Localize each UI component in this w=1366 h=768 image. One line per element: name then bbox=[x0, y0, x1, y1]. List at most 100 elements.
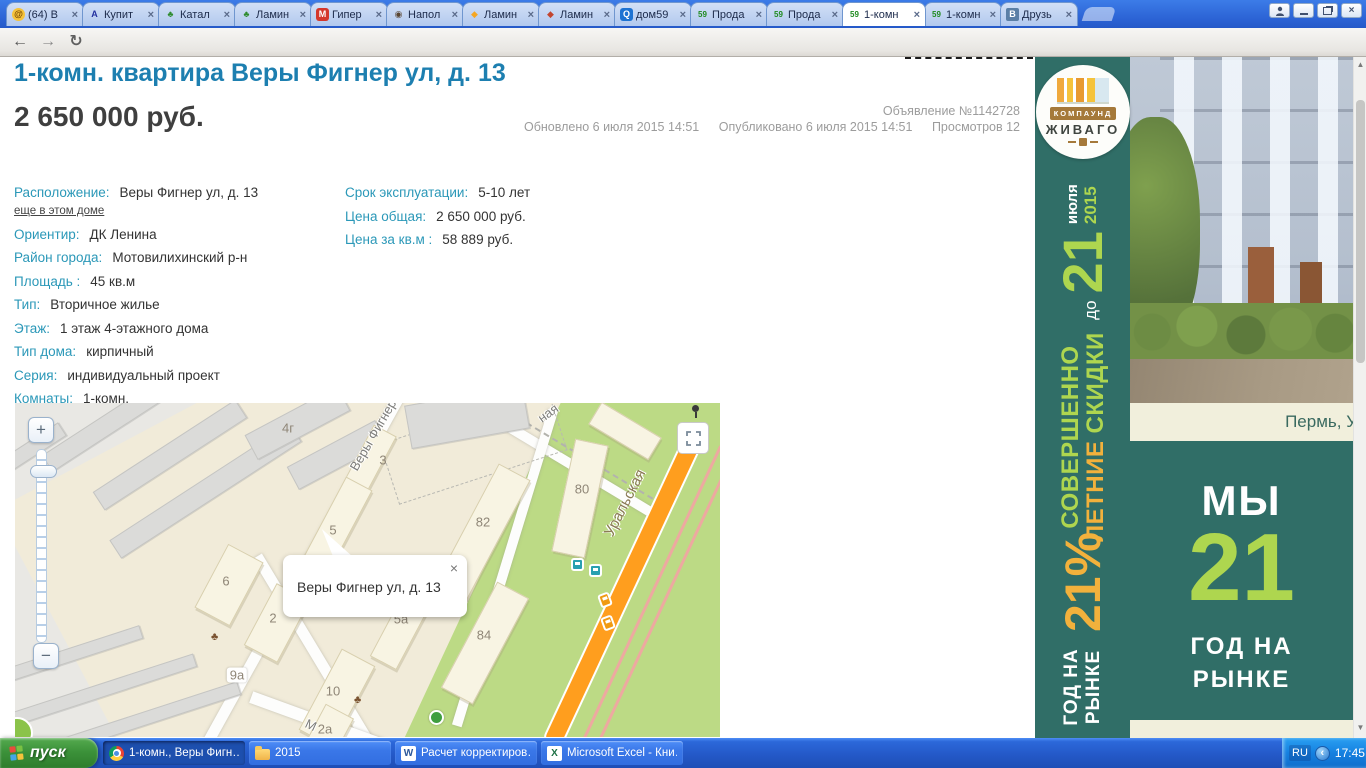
map-zoom-out-button[interactable]: − bbox=[33, 643, 59, 669]
scroll-down-icon[interactable]: ▼ bbox=[1354, 720, 1366, 736]
browser-tab[interactable]: 59 Прода × bbox=[690, 2, 768, 26]
balloon-close-icon[interactable]: × bbox=[450, 560, 458, 576]
ad-years-number: 21 bbox=[1188, 514, 1295, 621]
bus-stop-icon[interactable] bbox=[571, 558, 584, 571]
detail-row: Тип: Вторичное жилье bbox=[14, 297, 334, 312]
b-icon: В bbox=[1006, 8, 1019, 21]
bus-stop-icon[interactable] bbox=[589, 564, 602, 577]
tab-close-icon[interactable]: × bbox=[148, 9, 154, 21]
map-zoom-slider-handle[interactable] bbox=[30, 465, 57, 478]
more-in-this-house-link[interactable]: еще в этом доме bbox=[14, 205, 334, 217]
map-fullscreen-button[interactable] bbox=[677, 422, 709, 454]
ad-years-line2: РЫНКЕ bbox=[1192, 666, 1291, 693]
tab-label: Ламин bbox=[256, 8, 290, 21]
system-tray: RU ‹ 17:45 bbox=[1282, 738, 1366, 768]
ad-until-year: 2015 bbox=[1080, 186, 1100, 225]
browser-tab[interactable]: ◆ Ламин × bbox=[538, 2, 616, 26]
browser-tab[interactable]: М Гипер × bbox=[310, 2, 388, 26]
back-button[interactable]: ← bbox=[8, 31, 32, 53]
detail-label: Тип дома: bbox=[14, 344, 77, 359]
taskbar-item[interactable]: X Microsoft Excel - Кни… bbox=[541, 741, 683, 765]
red-icon: ◆ bbox=[547, 9, 554, 19]
tab-close-icon[interactable]: × bbox=[72, 9, 78, 21]
detail-row: Тип дома: кирпичный bbox=[14, 344, 334, 359]
map-zoom-in-button[interactable]: + bbox=[28, 417, 54, 443]
ad-logo: КОМПАУНД ЖИВАГО bbox=[1036, 65, 1130, 159]
tab-close-icon[interactable]: × bbox=[1066, 9, 1072, 21]
tab-close-icon[interactable]: × bbox=[756, 9, 762, 21]
listing-meta: Обновлено 6 июля 2015 14:51 Опубликовано… bbox=[524, 120, 1020, 134]
detail-label: Ориентир: bbox=[14, 226, 80, 242]
map-pin-icon[interactable] bbox=[692, 405, 700, 419]
browser-tab[interactable]: ◉ Напол × bbox=[386, 2, 464, 26]
new-tab-button[interactable] bbox=[1081, 7, 1117, 21]
close-button[interactable]: × bbox=[1341, 3, 1362, 18]
page-scrollbar[interactable]: ▲ ▼ bbox=[1353, 57, 1366, 738]
scroll-up-icon[interactable]: ▲ bbox=[1354, 57, 1366, 73]
minimize-button[interactable] bbox=[1293, 3, 1314, 18]
mail-icon: @ bbox=[12, 8, 25, 21]
detail-label: Район города: bbox=[14, 250, 103, 265]
detail-row: Цена общая: 2 650 000 руб. bbox=[345, 209, 675, 224]
tab-close-icon[interactable]: × bbox=[300, 9, 306, 21]
tab-close-icon[interactable]: × bbox=[604, 9, 610, 21]
browser-tab[interactable]: ◆ Ламин × bbox=[462, 2, 540, 26]
detail-value: кирпичный bbox=[86, 344, 154, 359]
n59-icon: 59 bbox=[774, 9, 783, 19]
browser-tab[interactable]: @ (64) В × bbox=[6, 2, 84, 26]
tab-label: Друзь bbox=[1022, 8, 1052, 21]
map-building-label: 84 bbox=[476, 627, 492, 643]
tab-close-icon[interactable]: × bbox=[528, 9, 534, 21]
ad-photo-path bbox=[1130, 359, 1353, 403]
ad-banner-main[interactable]: Пермь, У МЫ 21 ГОД НА РЫНКЕ bbox=[1130, 57, 1353, 738]
detail-label: Расположение: bbox=[14, 185, 110, 200]
tab-close-icon[interactable]: × bbox=[832, 9, 838, 21]
q-icon: Q bbox=[620, 8, 633, 21]
browser-tab[interactable]: 59 1-комн × bbox=[842, 2, 926, 26]
reload-button[interactable]: ↻ bbox=[64, 31, 88, 53]
n59-icon: 59 bbox=[850, 9, 859, 19]
taskbar-item-label: 2015 bbox=[275, 747, 301, 759]
browser-tab[interactable]: 59 1-комн × bbox=[924, 2, 1002, 26]
tab-close-icon[interactable]: × bbox=[224, 9, 230, 21]
tab-label: Ламин bbox=[484, 8, 518, 21]
tab-close-icon[interactable]: × bbox=[452, 9, 458, 21]
language-indicator[interactable]: RU bbox=[1289, 745, 1311, 761]
ad-promo-line1: СОВЕРШЕННО bbox=[1056, 345, 1084, 529]
scrollbar-thumb[interactable] bbox=[1355, 100, 1365, 363]
details-left-column: Расположение: Веры Фигнер ул, д. 13 еще в … bbox=[14, 185, 334, 415]
tab-close-icon[interactable]: × bbox=[990, 9, 996, 21]
ad-banner-side-band[interactable]: КОМПАУНД ЖИВАГО до 21 июля 2015 СОВЕРШЕН… bbox=[1035, 57, 1130, 738]
user-profile-button[interactable] bbox=[1269, 3, 1290, 18]
map-zoom-slider-track[interactable] bbox=[36, 449, 47, 643]
browser-tab[interactable]: В Друзь × bbox=[1000, 2, 1078, 26]
taskbar-item[interactable]: 2015 bbox=[249, 741, 391, 765]
forward-button[interactable]: → bbox=[36, 31, 60, 53]
tab-close-icon[interactable]: × bbox=[376, 9, 382, 21]
tab-label: 1-комн bbox=[864, 8, 899, 21]
taskbar: пуск 1-комн., Веры Фигн… 2015 W Расчет корр… bbox=[0, 738, 1366, 768]
browser-tab[interactable]: ♣ Ламин × bbox=[234, 2, 312, 26]
taskbar-item[interactable]: 1-комн., Веры Фигн… bbox=[103, 741, 245, 765]
restore-button[interactable] bbox=[1317, 3, 1338, 18]
start-button[interactable]: пуск bbox=[0, 738, 98, 768]
hide-icons-button[interactable]: ‹ bbox=[1314, 745, 1330, 761]
browser-tab[interactable]: Qдом59 × bbox=[614, 2, 692, 26]
ad-photo-hedge bbox=[1130, 303, 1353, 361]
ad-dashed-border bbox=[905, 57, 1033, 59]
browser-tab[interactable]: ♣ Катал × bbox=[158, 2, 236, 26]
listing-id: Объявление №1142728 bbox=[882, 104, 1020, 118]
detail-label: Площадь : bbox=[14, 273, 81, 289]
browser-tab[interactable]: A Купит × bbox=[82, 2, 160, 26]
page-title: 1-комн. квартира Веры Фигнер ул, д. 13 bbox=[14, 59, 506, 87]
tab-close-icon[interactable]: × bbox=[680, 9, 686, 21]
detail-value: Вторичное жилье bbox=[50, 297, 160, 312]
window-controls: × bbox=[1269, 3, 1362, 18]
taskbar-item[interactable]: W Расчет корректиров… bbox=[395, 741, 537, 765]
map[interactable]: Веры Фигнер ул, д. 13 × + − ♣ ♣ 4г 3 5 80 82… bbox=[15, 403, 720, 737]
folder-icon bbox=[255, 746, 270, 760]
tab-close-icon[interactable]: × bbox=[914, 9, 920, 21]
detail-row: Район города: Мотовилихинский р-н bbox=[14, 250, 334, 265]
ad-years-line1: ГОД НА bbox=[1190, 633, 1293, 660]
browser-tab[interactable]: 59 Прода × bbox=[766, 2, 844, 26]
